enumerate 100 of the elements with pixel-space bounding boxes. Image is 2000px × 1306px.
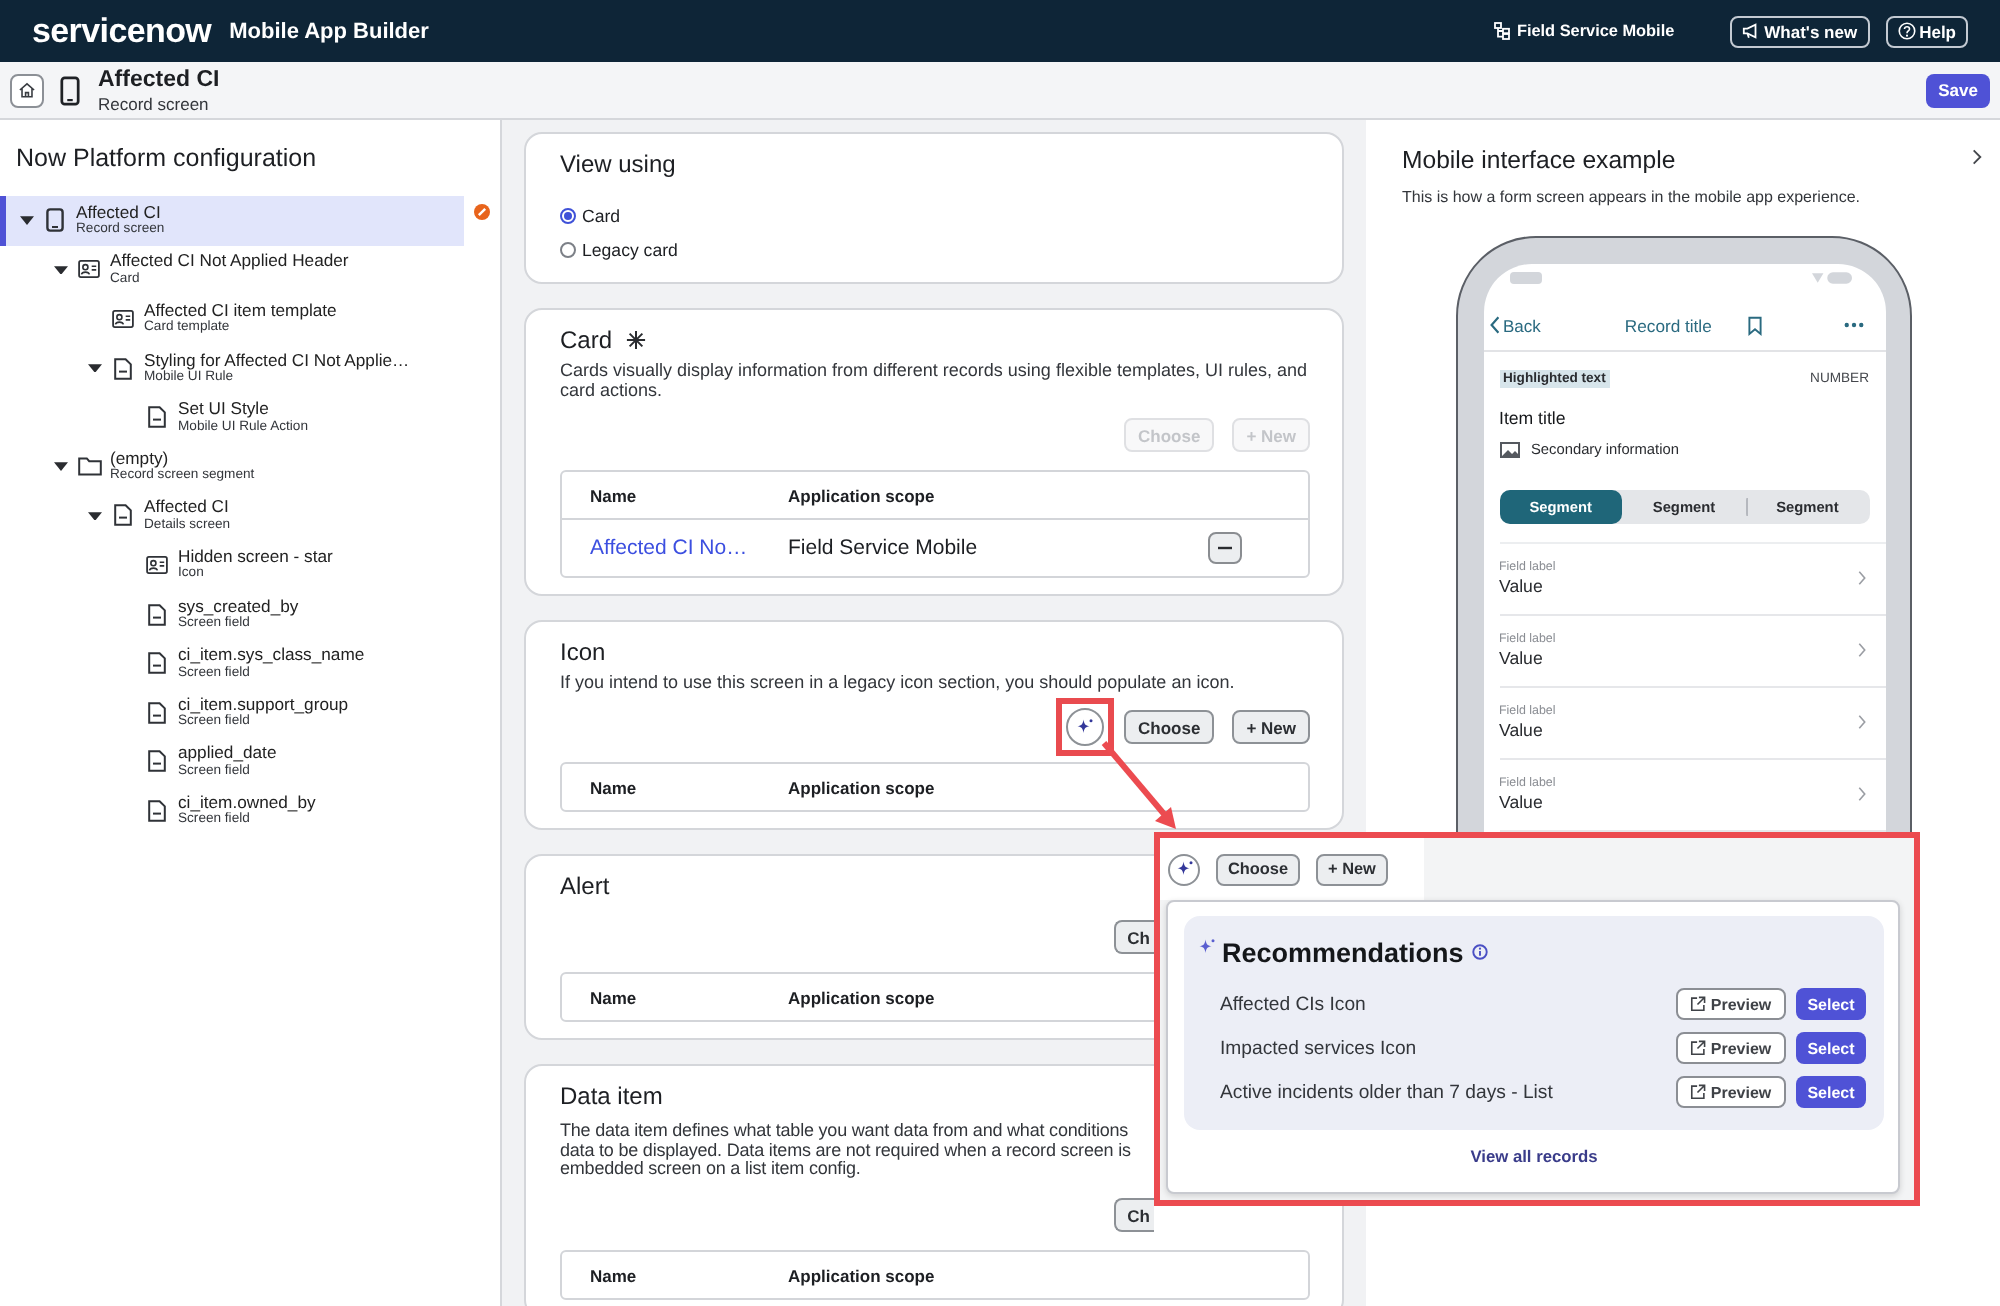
column-header: Name (588, 485, 639, 505)
home-button[interactable] (10, 73, 44, 107)
description-line: embedded screen on a list item config. (560, 1160, 861, 1181)
screen-type: Record screen (98, 93, 209, 113)
column-header: Application scope (788, 777, 935, 797)
signal-battery-icon (1811, 271, 1851, 283)
view-all-link[interactable]: View all records (1470, 1146, 1598, 1166)
document-icon (148, 799, 166, 822)
info-icon[interactable] (1471, 944, 1488, 960)
action-button[interactable]: Choose (1216, 853, 1301, 885)
action-button[interactable]: + New (1316, 853, 1388, 885)
card-icon (112, 309, 134, 328)
folder-icon (77, 456, 101, 477)
field-value: Value (1499, 575, 1543, 597)
record-title: Record title (1624, 315, 1712, 335)
external-link-icon (1690, 996, 1707, 1012)
item-title: Affected CI Not Applied Header (110, 252, 349, 272)
caret-icon[interactable] (87, 511, 101, 521)
sparkle-icon (1198, 938, 1216, 956)
screen-title: Affected CI (98, 67, 220, 93)
back-button[interactable]: Back (1489, 315, 1541, 335)
panel-title: Now Platform configuration (14, 142, 319, 174)
more-icon[interactable] (1843, 322, 1863, 328)
preview-title: Mobile interface example (1402, 144, 1676, 176)
column-header: Application scope (788, 987, 935, 1007)
image-icon (1499, 441, 1519, 457)
help-icon (1897, 22, 1916, 40)
preview-description: This is how a form screen appears in the mobile app experience. (1402, 188, 1861, 208)
whats-new-button[interactable]: What's new (1730, 15, 1870, 47)
description-line: data to be displayed. Data items are not required when a record screen is (560, 1141, 1131, 1161)
logo: servicenow (32, 11, 212, 51)
item-title: (empty) (110, 449, 169, 468)
item-title: Affected CI (76, 203, 161, 222)
remove-button[interactable] (1208, 532, 1242, 564)
caret-icon[interactable] (53, 462, 67, 472)
radio-button[interactable] (560, 241, 576, 257)
action-button[interactable]: + New (1232, 710, 1310, 744)
section-title: View using (560, 148, 676, 180)
phone-icon (60, 75, 80, 105)
description-line: The data item defines what table you want data from and what conditions (560, 1122, 1129, 1142)
preview-button[interactable]: Preview (1676, 988, 1786, 1020)
help-button[interactable]: Help (1885, 15, 1968, 47)
caret-icon[interactable] (19, 216, 33, 226)
column-header: Application scope (788, 485, 935, 505)
item-title: sys_created_by (178, 597, 299, 616)
column-header: Name (588, 987, 639, 1007)
recommendation-name: Affected CIs Icon (1220, 993, 1366, 1015)
item-title: Affected CI item template (144, 301, 337, 320)
item-title: Item title (1499, 405, 1566, 429)
item-title: ci_item.sys_class_name (178, 646, 365, 666)
document-icon (148, 406, 166, 429)
table-cell: Field Service Mobile (788, 536, 978, 560)
caret-icon[interactable] (87, 363, 101, 373)
column-header: Application scope (788, 1265, 935, 1286)
column-header: Name (588, 1265, 639, 1286)
sparkle-icon (1175, 860, 1193, 878)
select-button[interactable]: Select (1796, 1032, 1866, 1064)
status-pill-icon (1509, 271, 1541, 283)
section-title: Alert (560, 870, 610, 902)
chevron-left-icon (1489, 316, 1499, 334)
save-button[interactable]: Save (1926, 73, 1990, 107)
chevron-right-icon[interactable] (1972, 147, 1982, 165)
record-link[interactable]: Affected CI No… (590, 536, 748, 560)
section-description: If you intend to use this screen in a legacy icon section, you should populate an icon. (560, 672, 1237, 692)
radio-label: Card (582, 205, 621, 225)
ai-assist-button[interactable] (1168, 853, 1200, 885)
document-icon (148, 701, 166, 724)
field-value: Value (1499, 791, 1543, 813)
preview-button[interactable]: Preview (1676, 1032, 1786, 1064)
select-button[interactable]: Select (1796, 988, 1866, 1020)
field-value: Value (1499, 647, 1543, 669)
item-title: Styling for Affected CI Not Applie… (144, 351, 410, 370)
action-button[interactable]: Ch (1113, 1198, 1154, 1233)
document-icon (148, 652, 166, 675)
recommendation-name: Active incidents older than 7 days - List (1220, 1081, 1553, 1103)
ai-assist-button[interactable] (1066, 708, 1105, 746)
radio-button[interactable] (560, 207, 576, 223)
action-button[interactable]: Ch (1113, 920, 1154, 954)
minus-icon (1218, 546, 1232, 550)
hierarchy-icon (1494, 22, 1511, 40)
section-title: Icon (560, 636, 606, 668)
caret-icon[interactable] (53, 265, 67, 275)
bookmark-icon[interactable] (1747, 315, 1762, 335)
external-link-icon (1690, 1040, 1707, 1056)
app-scope: Field Service Mobile (1516, 22, 1675, 40)
action-button[interactable]: Choose (1124, 710, 1215, 744)
section-title: Data item (560, 1080, 663, 1112)
document-icon (114, 357, 132, 380)
external-link-icon (1690, 1084, 1707, 1100)
recommendation-name: Impacted services Icon (1220, 1037, 1417, 1059)
item-title: Set UI Style (178, 400, 269, 420)
section-description: Cards visually display information from different records using flexible templates, UI rules, and card actions. (560, 360, 1309, 400)
sparkle-icon (1076, 718, 1095, 736)
preview-button[interactable]: Preview (1676, 1076, 1786, 1108)
popover-title: Recommendations (1222, 937, 1464, 967)
item-title: ci_item.owned_by (178, 793, 316, 812)
field-value: Value (1499, 719, 1543, 741)
select-button[interactable]: Select (1796, 1076, 1866, 1108)
card-icon (78, 260, 100, 279)
radio-label: Legacy card (582, 239, 678, 259)
